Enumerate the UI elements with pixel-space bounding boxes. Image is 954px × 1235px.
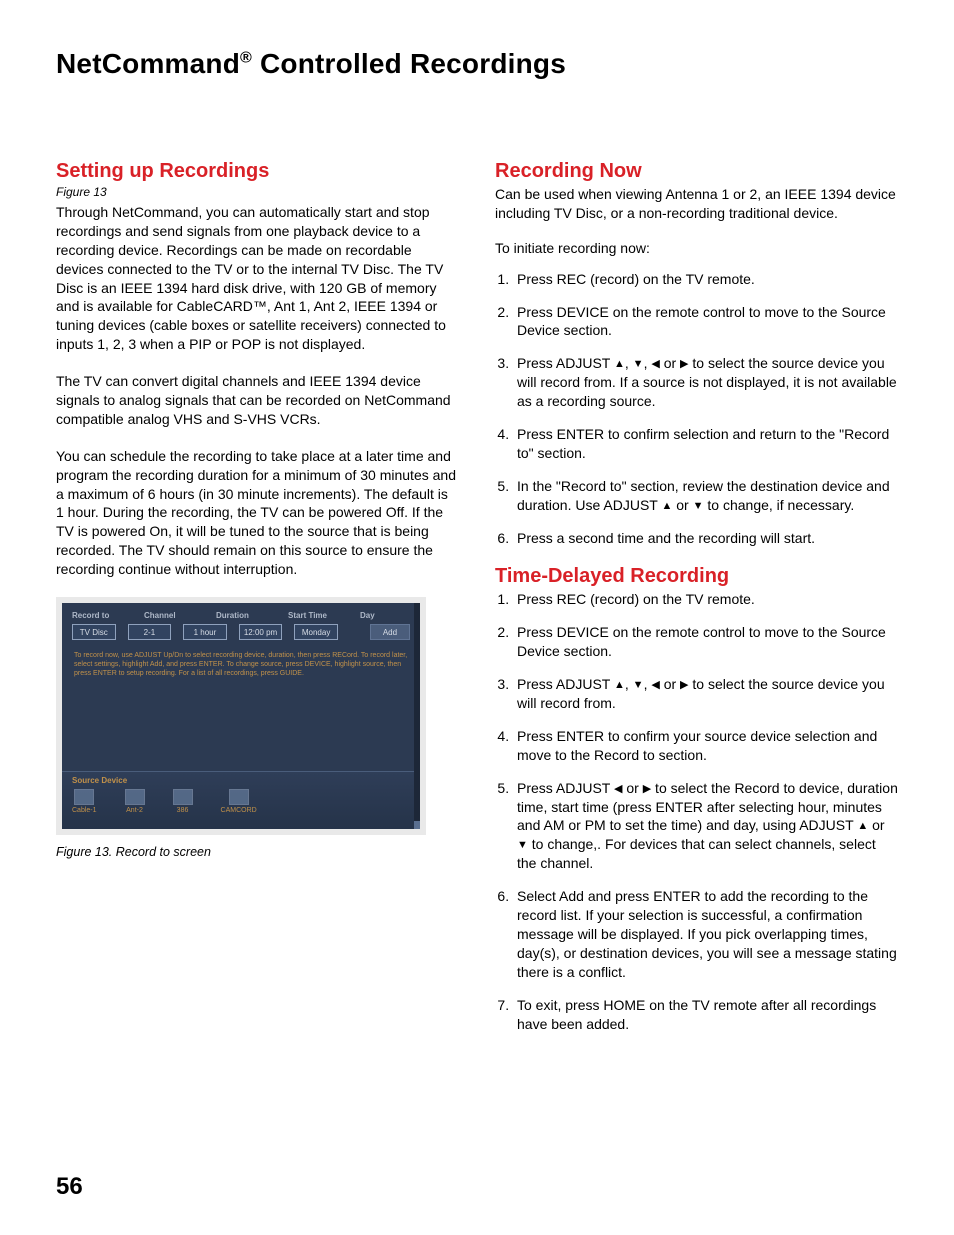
setup-paragraph-3: You can schedule the recording to take p… [56,447,459,579]
record-to-values: TV Disc 2-1 1 hour 12:00 pm Monday Add [72,624,410,640]
left-arrow-icon: ◀ [614,782,622,797]
step-text: Press ADJUST [517,780,614,796]
left-column: Setting up Recordings Figure 13 Through … [56,160,459,1051]
right-column: Recording Now Can be used when viewing A… [495,160,898,1051]
now-step-4: Press ENTER to confirm selection and ret… [513,425,898,463]
source-device-ant2: Ant-2 [125,789,145,814]
value-channel: 2-1 [128,624,172,640]
setting-up-recordings-heading: Setting up Recordings [56,160,459,183]
delayed-step-3: Press ADJUST ▲, ▼, ◀ or ▶ to select the … [513,675,898,713]
recording-now-intro: Can be used when viewing Antenna 1 or 2,… [495,185,898,223]
delayed-step-6: Select Add and press ENTER to add the re… [513,887,898,981]
setup-paragraph-2: The TV can convert digital channels and … [56,372,459,429]
time-delayed-steps: Press REC (record) on the TV remote. Pre… [495,590,898,1033]
delayed-step-4: Press ENTER to confirm your source devic… [513,727,898,765]
up-arrow-icon: ▲ [661,499,672,514]
header-channel: Channel [144,611,194,620]
up-arrow-icon: ▲ [614,678,625,693]
left-arrow-icon: ◀ [651,678,659,693]
title-suffix: Controlled Recordings [252,48,566,79]
left-arrow-icon: ◀ [651,357,659,372]
header-day: Day [360,611,410,620]
time-delayed-heading: Time-Delayed Recording [495,565,898,588]
figure-13-caption: Figure 13. Record to screen [56,845,459,859]
recording-now-lead: To initiate recording now: [495,239,898,258]
step-text: to change,. For devices that can select … [517,836,876,871]
now-step-6: Press a second time and the recording wi… [513,529,898,548]
recording-now-heading: Recording Now [495,160,898,183]
value-record-to: TV Disc [72,624,116,640]
figure-reference: Figure 13 [56,185,459,199]
setup-paragraph-1: Through NetCommand, you can automaticall… [56,203,459,354]
step-text: Press ADJUST [517,355,614,371]
record-to-hint-text: To record now, use ADJUST Up/Dn to selec… [62,646,420,678]
title-prefix: NetCommand [56,48,240,79]
recording-now-steps: Press REC (record) on the TV remote. Pre… [495,270,898,548]
value-day: Monday [294,624,338,640]
now-step-3: Press ADJUST ▲, ▼, ◀ or ▶ to select the … [513,354,898,411]
record-to-screen: Record to Channel Duration Start Time Da… [62,603,420,829]
header-start-time: Start Time [288,611,338,620]
value-start-time: 12:00 pm [239,624,283,640]
right-arrow-icon: ▶ [680,357,688,372]
source-device-panel: Source Device Cable-1 Ant-2 386 CAMCORD [62,771,420,829]
add-button: Add [370,624,410,640]
delayed-step-2: Press DEVICE on the remote control to mo… [513,623,898,661]
down-arrow-icon: ▼ [633,357,644,372]
record-to-headers: Record to Channel Duration Start Time Da… [72,611,410,620]
source-device-cable1: Cable-1 [72,789,97,814]
value-duration: 1 hour [183,624,227,640]
registered-mark: ® [240,50,252,67]
delayed-step-5: Press ADJUST ◀ or ▶ to select the Record… [513,779,898,873]
two-column-layout: Setting up Recordings Figure 13 Through … [56,160,898,1051]
source-device-label: CAMCORD [221,807,257,814]
down-arrow-icon: ▼ [693,499,704,514]
figure-13-frame: Record to Channel Duration Start Time Da… [56,597,426,835]
right-arrow-icon: ▶ [643,782,651,797]
camcorder-icon [229,789,249,805]
delayed-step-1: Press REC (record) on the TV remote. [513,590,898,609]
right-arrow-icon: ▶ [680,678,688,693]
now-step-2: Press DEVICE on the remote control to mo… [513,303,898,341]
header-record-to: Record to [72,611,122,620]
source-device-camcord: CAMCORD [221,789,257,814]
up-arrow-icon: ▲ [857,819,868,834]
antenna-icon [125,789,145,805]
record-to-top-panel: Record to Channel Duration Start Time Da… [62,603,420,646]
step-text: Press ADJUST [517,676,614,692]
down-arrow-icon: ▼ [517,838,528,853]
manual-page: NetCommand® Controlled Recordings Settin… [0,0,954,1235]
page-number: 56 [56,1173,83,1201]
now-step-1: Press REC (record) on the TV remote. [513,270,898,289]
page-title: NetCommand® Controlled Recordings [56,48,898,80]
source-device-list: Cable-1 Ant-2 386 CAMCORD [72,789,410,814]
source-device-label: 386 [177,807,189,814]
figure-13-wrapper: Record to Channel Duration Start Time Da… [56,597,459,859]
tv-icon [74,789,94,805]
device-icon [173,789,193,805]
now-step-5: In the "Record to" section, review the d… [513,477,898,515]
header-duration: Duration [216,611,266,620]
down-arrow-icon: ▼ [633,678,644,693]
step-text: to change, if necessary. [704,497,855,513]
delayed-step-7: To exit, press HOME on the TV remote aft… [513,996,898,1034]
source-device-label: Ant-2 [126,807,143,814]
source-device-386: 386 [173,789,193,814]
source-device-label: Cable-1 [72,807,97,814]
source-device-title: Source Device [72,776,410,785]
scrollbar [414,603,420,829]
up-arrow-icon: ▲ [614,357,625,372]
